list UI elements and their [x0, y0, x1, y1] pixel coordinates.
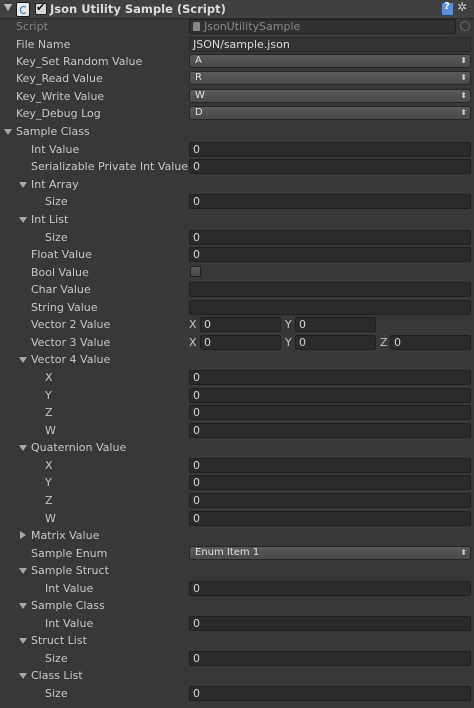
vector2-y-label[interactable]: Y [285, 318, 292, 331]
quaternion-x-input[interactable]: 0 [189, 458, 471, 473]
key-debug-dropdown[interactable]: D [189, 106, 471, 120]
vector4-w-input[interactable]: 0 [189, 423, 471, 438]
class-list-foldout-icon[interactable] [19, 673, 27, 679]
vector4-foldout-icon[interactable] [19, 357, 27, 363]
vector3-x-input[interactable]: 0 [200, 335, 281, 350]
vector4-y-label: Y [45, 389, 52, 402]
vector3-y-input[interactable]: 0 [295, 335, 376, 350]
key-debug-label: Key_Debug Log [16, 107, 101, 120]
char-value-label: Char Value [31, 283, 91, 296]
vector2-y-input[interactable]: 0 [295, 317, 376, 332]
sample-class-foldout-icon[interactable] [4, 129, 12, 135]
quaternion-y-input[interactable]: 0 [189, 475, 471, 490]
int-array-label[interactable]: Int Array [31, 178, 79, 191]
key-set-random-label: Key_Set Random Value [16, 55, 143, 68]
gear-icon[interactable]: ✲ [457, 0, 467, 14]
class-list-size-input[interactable]: 0 [189, 686, 471, 701]
vector2-label: Vector 2 Value [31, 318, 111, 331]
int-value-input[interactable]: 0 [189, 142, 471, 157]
component-header: Json Utility Sample (Script) ✲ [0, 0, 474, 19]
vector2-x-label[interactable]: X [189, 318, 197, 331]
bool-value-checkbox[interactable] [190, 266, 201, 277]
nested-sample-class-foldout-icon[interactable] [19, 603, 27, 609]
struct-list-foldout-icon[interactable] [19, 638, 27, 644]
quaternion-foldout-icon[interactable] [19, 445, 27, 451]
vector4-w-label: W [45, 424, 56, 437]
script-label: Script [16, 20, 48, 33]
script-icon [16, 2, 30, 17]
key-write-dropdown[interactable]: W [189, 89, 471, 103]
int-list-foldout-icon[interactable] [19, 217, 27, 223]
fold-arrow-icon[interactable] [4, 4, 12, 11]
quaternion-w-input[interactable]: 0 [189, 511, 471, 526]
float-value-label: Float Value [31, 248, 92, 261]
quaternion-z-input[interactable]: 0 [189, 493, 471, 508]
int-list-size-input[interactable]: 0 [189, 230, 471, 245]
int-value-label: Int Value [31, 143, 80, 156]
string-value-label: String Value [31, 301, 98, 314]
component-title: Json Utility Sample (Script) [50, 2, 226, 16]
key-write-label: Key_Write Value [16, 90, 105, 103]
vector3-y-label[interactable]: Y [285, 336, 292, 349]
serializable-private-input[interactable]: 0 [189, 159, 471, 174]
struct-list-size-input[interactable]: 0 [189, 651, 471, 666]
quaternion-label[interactable]: Quaternion Value [31, 441, 126, 454]
class-list-size-label: Size [45, 687, 68, 700]
key-read-label: Key_Read Value [16, 72, 103, 85]
string-value-input[interactable] [189, 300, 471, 315]
vector3-label: Vector 3 Value [31, 336, 111, 349]
vector2-x-input[interactable]: 0 [200, 317, 281, 332]
int-array-size-label: Size [45, 195, 68, 208]
file-name-input[interactable]: JSON/sample.json [189, 37, 471, 52]
nested-sample-class-label[interactable]: Sample Class [31, 599, 105, 612]
sample-struct-int-input[interactable]: 0 [189, 581, 471, 596]
quaternion-x-label: X [45, 459, 53, 472]
quaternion-w-label: W [45, 512, 56, 525]
sample-struct-foldout-icon[interactable] [19, 568, 27, 574]
nested-sample-class-int-label: Int Value [45, 617, 94, 630]
int-list-size-label: Size [45, 231, 68, 244]
vector3-z-input[interactable]: 0 [390, 335, 471, 350]
script-field[interactable]: JsonUtilitySample [189, 19, 456, 34]
help-book-icon[interactable] [441, 1, 454, 16]
key-set-random-dropdown[interactable]: A [189, 54, 471, 68]
vector4-label[interactable]: Vector 4 Value [31, 353, 110, 366]
matrix-label[interactable]: Matrix Value [31, 529, 99, 542]
key-read-dropdown[interactable]: R [189, 71, 471, 85]
bool-value-label: Bool Value [31, 266, 89, 279]
quaternion-y-label: Y [45, 476, 52, 489]
int-list-label[interactable]: Int List [31, 213, 68, 226]
float-value-input[interactable]: 0 [189, 247, 471, 262]
struct-list-size-label: Size [45, 652, 68, 665]
vector4-z-input[interactable]: 0 [189, 405, 471, 420]
sample-struct-int-label: Int Value [45, 582, 94, 595]
object-picker-icon[interactable] [460, 21, 470, 31]
sample-enum-label: Sample Enum [31, 547, 108, 560]
vector4-y-input[interactable]: 0 [189, 388, 471, 403]
vector4-x-input[interactable]: 0 [189, 370, 471, 385]
vector3-x-label[interactable]: X [189, 336, 197, 349]
vector4-x-label: X [45, 371, 53, 384]
vector4-z-label: Z [45, 406, 53, 419]
quaternion-z-label: Z [45, 494, 53, 507]
enable-checkbox[interactable] [35, 1, 47, 15]
sample-enum-dropdown[interactable]: Enum Item 1 [189, 546, 471, 560]
file-name-label: File Name [16, 38, 71, 51]
int-array-size-input[interactable]: 0 [189, 194, 471, 209]
vector3-z-label[interactable]: Z [380, 336, 388, 349]
serializable-private-label: Serializable Private Int Value [31, 160, 188, 173]
char-value-input[interactable] [189, 282, 471, 297]
struct-list-label[interactable]: Struct List [31, 634, 87, 647]
int-array-foldout-icon[interactable] [19, 182, 27, 188]
nested-sample-class-int-input[interactable]: 0 [189, 616, 471, 631]
sample-struct-label[interactable]: Sample Struct [31, 564, 109, 577]
sample-class-label[interactable]: Sample Class [16, 125, 90, 138]
matrix-foldout-icon[interactable] [20, 531, 26, 539]
class-list-label[interactable]: Class List [31, 669, 83, 682]
